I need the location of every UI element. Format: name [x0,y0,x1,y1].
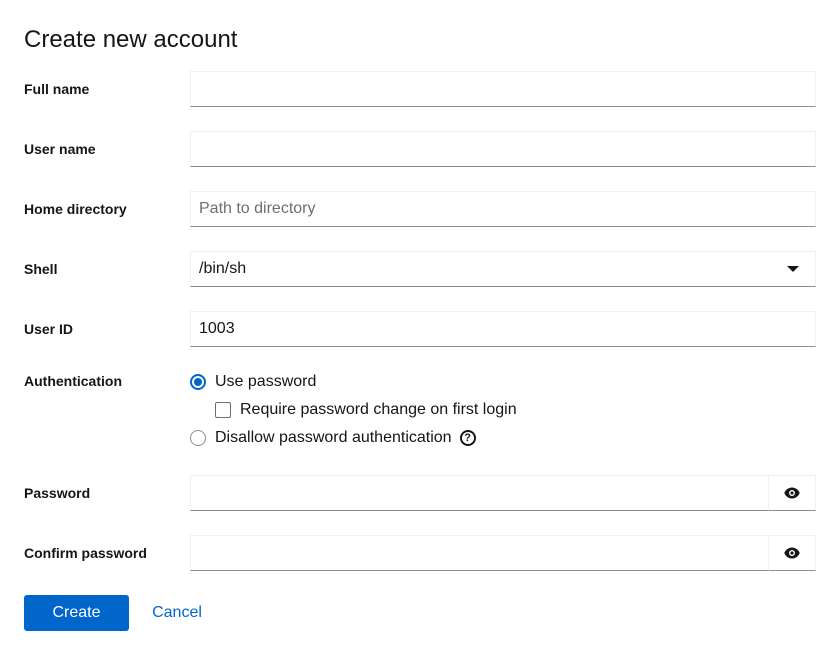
use-password-option[interactable]: Use password [190,372,316,392]
dialog-title: Create new account [24,26,238,53]
toggle-password-visibility-button[interactable] [768,475,816,511]
home-directory-row: Home directory [0,191,840,227]
eye-icon [784,547,800,559]
confirm-password-input[interactable] [191,536,768,570]
shell-select[interactable]: /bin/sh [190,251,816,287]
question-circle-icon[interactable]: ? [459,430,476,446]
confirm-password-row: Confirm password [0,535,840,571]
user-name-row: User name [0,131,840,167]
use-password-text: Use password [215,373,317,390]
home-directory-input[interactable] [191,192,815,226]
user-id-input[interactable] [191,312,815,346]
user-name-input[interactable] [191,132,815,166]
full-name-label: Full name [24,81,90,97]
shell-row: Shell /bin/sh [0,251,840,287]
password-input[interactable] [191,476,768,510]
toggle-confirm-password-visibility-button[interactable] [768,535,816,571]
require-change-text: Require password change on first login [240,401,517,418]
user-name-field-wrap [190,131,816,167]
user-name-label: User name [24,141,96,157]
full-name-input[interactable] [191,72,815,106]
disallow-password-option[interactable]: Disallow password authentication ? [190,428,476,448]
shell-label: Shell [24,261,58,277]
home-directory-field-wrap [190,191,816,227]
user-id-label: User ID [24,321,74,337]
eye-icon [784,487,800,499]
caret-down-icon [787,266,799,272]
shell-select-value: /bin/sh [199,260,247,277]
user-id-field-wrap [190,311,816,347]
use-password-radio[interactable] [190,374,206,390]
password-row: Password [0,475,840,511]
full-name-row: Full name [0,71,840,107]
password-label: Password [24,485,91,501]
confirm-password-label: Confirm password [24,545,147,561]
full-name-field-wrap [190,71,816,107]
disallow-password-text: Disallow password authentication [215,429,452,446]
password-field-wrap [190,475,769,511]
cancel-button[interactable]: Cancel [137,595,217,631]
require-change-option[interactable]: Require password change on first login [215,400,517,420]
create-button[interactable]: Create [24,595,129,631]
home-directory-label: Home directory [24,201,127,217]
disallow-password-radio[interactable] [190,430,206,446]
require-change-checkbox[interactable] [215,402,231,418]
create-account-dialog: Create new account Full name User name H… [0,0,840,655]
authentication-label: Authentication [24,373,122,389]
confirm-password-field-wrap [190,535,769,571]
user-id-row: User ID [0,311,840,347]
